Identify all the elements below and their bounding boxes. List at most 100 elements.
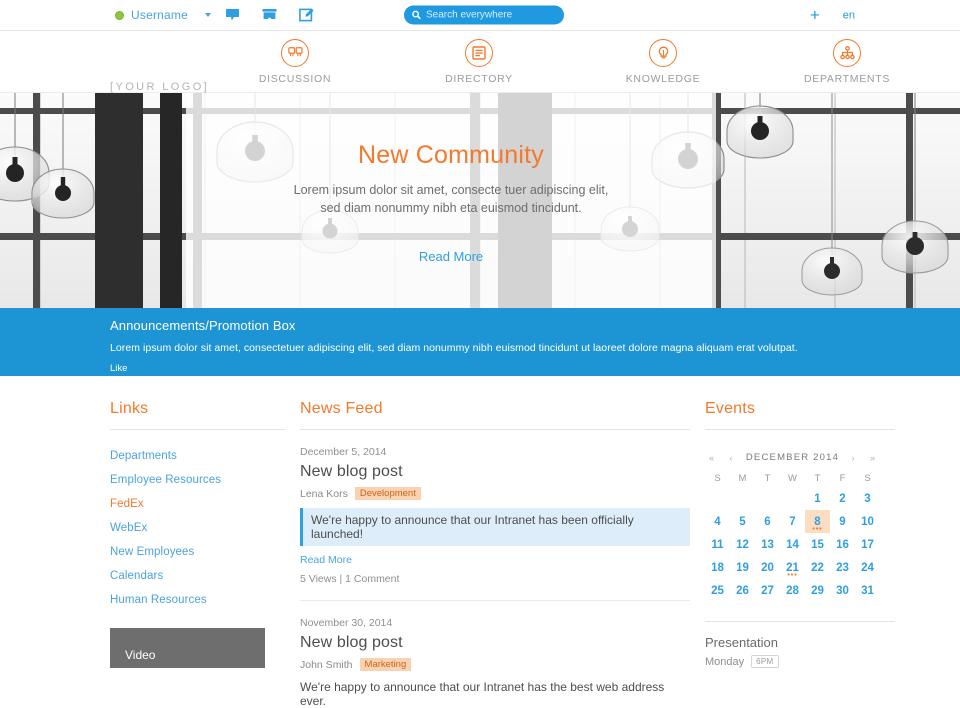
post-title[interactable]: New blog post xyxy=(300,634,690,652)
announcement-body: Lorem ipsum dolor sit amet, consectetuer… xyxy=(110,342,798,354)
calendar-day-cell[interactable]: 23 xyxy=(830,556,855,579)
calendar-day-cell[interactable]: 27 xyxy=(755,579,780,602)
post-tag[interactable]: Development xyxy=(354,487,421,500)
status-dot-online-icon xyxy=(115,10,124,20)
chevron-down-icon[interactable] xyxy=(204,13,211,17)
nav-item-departments[interactable]: DEPARTMENTS xyxy=(772,39,922,85)
event-meta: Monday 6PM xyxy=(705,655,895,668)
calendar-day-cell[interactable]: 18 xyxy=(705,556,730,579)
news-feed-title: News Feed xyxy=(300,400,383,417)
calendar-day-cell[interactable]: 26 xyxy=(730,579,755,602)
main-header: [YOUR LOGO] DISCUSSION DIRECTORY KNOWLED… xyxy=(0,31,960,93)
calendar-day-cell[interactable]: 28 xyxy=(780,579,805,602)
post-tag[interactable]: Marketing xyxy=(359,658,412,671)
calendar-day-cell[interactable]: 11 xyxy=(705,533,730,556)
calendar-header: « ‹ DECEMBER 2014 › » xyxy=(705,452,880,463)
search-input[interactable]: Search everywhere xyxy=(404,5,564,25)
calendar-day-cell[interactable]: 4 xyxy=(705,510,730,533)
calendar-day-cell[interactable]: 10 xyxy=(855,510,880,533)
calendar-day-cell[interactable]: 8 ••• xyxy=(805,510,830,533)
org-chart-icon xyxy=(833,39,861,67)
calendar-last-button[interactable]: » xyxy=(868,453,878,463)
content-area: Links Departments Employee Resources FedEx… xyxy=(0,376,960,708)
calendar-day-cell[interactable]: 13 xyxy=(755,533,780,556)
nav-item-directory[interactable]: DIRECTORY xyxy=(404,39,554,85)
calendar-day-cell[interactable]: 19 xyxy=(730,556,755,579)
nav-label-directory: DIRECTORY xyxy=(445,73,513,85)
link-item[interactable]: Departments xyxy=(110,444,285,468)
link-item[interactable]: New Employees xyxy=(110,540,285,564)
username-label: Username xyxy=(131,8,188,22)
calendar-day-cell[interactable]: 29 xyxy=(805,579,830,602)
hero-title: New Community xyxy=(358,141,544,169)
calendar-day-cell[interactable]: 25 xyxy=(705,579,730,602)
user-menu[interactable]: Username xyxy=(115,8,211,22)
inbox-icon[interactable] xyxy=(262,8,277,22)
post-meta: John Smith Marketing xyxy=(300,658,690,671)
calendar-day-cell[interactable]: 31 xyxy=(855,579,880,602)
links-list: Departments Employee Resources FedEx WebEx N… xyxy=(110,444,285,612)
calendar-weekday: S xyxy=(714,473,721,484)
post-read-more-link[interactable]: Read More xyxy=(300,554,690,566)
calendar-day-cell[interactable]: 5 xyxy=(730,510,755,533)
calendar-day-cell[interactable]: 16 xyxy=(830,533,855,556)
calendar-empty-cell xyxy=(730,487,755,510)
event-title: Presentation xyxy=(705,635,778,650)
nav-label-departments: DEPARTMENTS xyxy=(803,73,891,85)
nav-item-knowledge[interactable]: KNOWLEDGE xyxy=(588,39,738,85)
calendar-month-label: DECEMBER 2014 xyxy=(745,452,840,463)
chat-bubble-icon[interactable] xyxy=(225,8,240,22)
post-author: Lena Kors xyxy=(300,487,348,500)
calendar-day-cell[interactable]: 15 xyxy=(805,533,830,556)
calendar-day-cell[interactable]: 6 xyxy=(755,510,780,533)
calendar-day-cell[interactable]: 3 xyxy=(855,487,880,510)
calendar-day-cell[interactable]: 1 xyxy=(805,487,830,510)
calendar-day-cell[interactable]: 2 xyxy=(830,487,855,510)
calendar-week-row: 11 12 13 14 15 16 17 xyxy=(705,533,880,556)
link-item[interactable]: Calendars xyxy=(110,564,285,588)
add-button[interactable]: + xyxy=(810,7,820,24)
events-title: Events xyxy=(705,400,756,417)
events-list: Presentation Monday 6PM xyxy=(705,635,895,668)
calendar-day-cell[interactable]: 7 xyxy=(780,510,805,533)
calendar-day-cell[interactable]: 9 xyxy=(830,510,855,533)
calendar-body: 1 2 3 4 5 6 7 8 ••• 9 10 11 12 13 14 15 16 17 18 19 20 21 ••• 2… xyxy=(705,487,880,602)
news-post: December 5, 2014 New blog post Lena Kors De… xyxy=(300,430,690,601)
hero-banner: New Community Lorem ipsum dolor sit amet… xyxy=(0,93,960,308)
hero-subtitle: Lorem ipsum dolor sit amet, consecte tue… xyxy=(293,183,609,215)
post-title[interactable]: New blog post xyxy=(300,463,690,481)
post-excerpt: We're happy to announce that our Intrane… xyxy=(300,508,690,546)
calendar-day-cell[interactable]: 17 xyxy=(855,533,880,556)
link-item[interactable]: FedEx xyxy=(110,492,285,516)
link-item[interactable]: Employee Resources xyxy=(110,468,285,492)
event-item[interactable]: Presentation Monday 6PM xyxy=(705,635,895,668)
calendar-prev-button[interactable]: ‹ xyxy=(727,453,735,463)
calendar-day-cell[interactable]: 20 xyxy=(755,556,780,579)
directory-icon xyxy=(465,39,493,67)
compose-icon[interactable] xyxy=(299,8,314,22)
language-selector[interactable]: en xyxy=(843,9,855,21)
search-placeholder: Search everywhere xyxy=(426,9,513,21)
calendar-weekday: S xyxy=(864,473,871,484)
post-excerpt: We're happy to announce that our Intrane… xyxy=(300,680,665,708)
video-box[interactable]: Video xyxy=(110,628,265,668)
post-author: John Smith xyxy=(300,658,353,671)
event-time-badge: 6PM xyxy=(751,655,779,668)
calendar-day-cell[interactable]: 21 ••• xyxy=(780,556,805,580)
calendar-day-cell[interactable]: 22 xyxy=(805,556,830,579)
link-item[interactable]: WebEx xyxy=(110,516,285,540)
announcement-like-button[interactable]: Like xyxy=(110,363,960,374)
calendar-first-button[interactable]: « xyxy=(707,453,717,463)
calendar-day-cell[interactable]: 14 xyxy=(780,533,805,556)
nav-item-discussion[interactable]: DISCUSSION xyxy=(220,39,370,85)
calendar-day-cell[interactable]: 24 xyxy=(855,556,880,579)
calendar-day-cell[interactable]: 30 xyxy=(830,579,855,602)
link-item[interactable]: Human Resources xyxy=(110,588,285,612)
hero-read-more-link[interactable]: Read More xyxy=(419,249,483,264)
calendar-day-cell[interactable]: 12 xyxy=(730,533,755,556)
site-logo[interactable]: [YOUR LOGO] xyxy=(110,81,209,93)
calendar-next-button[interactable]: › xyxy=(850,453,858,463)
calendar-event-dots: ••• xyxy=(812,526,823,533)
events-column: Events « ‹ DECEMBER 2014 › » SMTWTFS 123… xyxy=(705,400,895,708)
calendar-week-row: 4 5 6 7 8 ••• 9 10 xyxy=(705,510,880,533)
